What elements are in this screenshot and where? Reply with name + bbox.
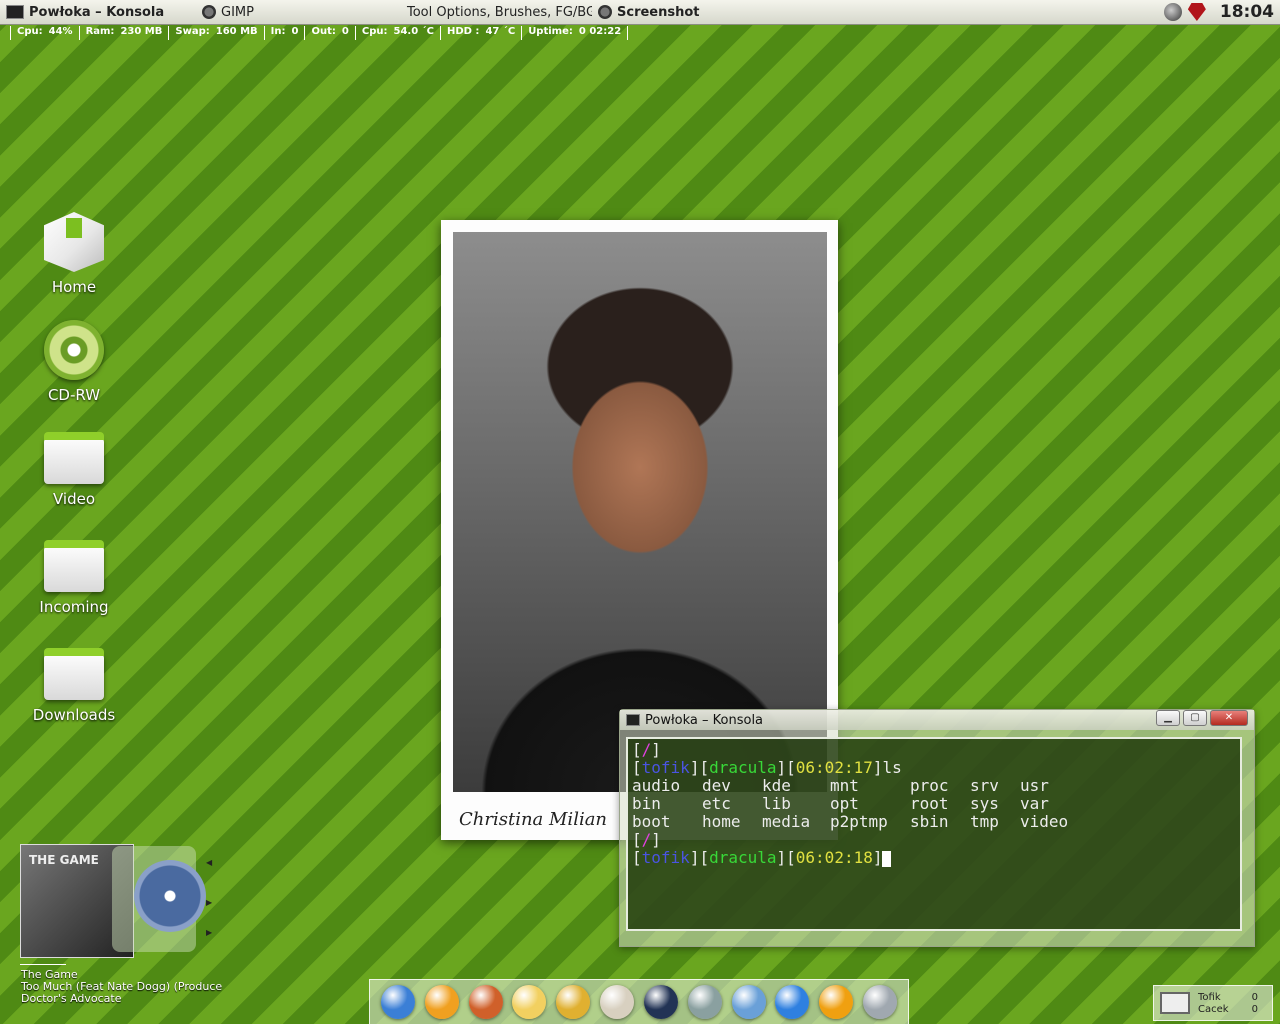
- desktop-icon-label: CD-RW: [47, 386, 101, 404]
- close-button[interactable]: ✕: [1210, 710, 1248, 726]
- desktop-icon-cdrw[interactable]: CD-RW: [24, 320, 124, 404]
- prompt-line: [tofik][dracula][06:02:18]: [632, 849, 1236, 867]
- mail-account-name: Tofik: [1198, 991, 1221, 1003]
- task-gimp[interactable]: GIMP: [196, 0, 396, 24]
- previous-track-icon[interactable]: ◀: [206, 858, 214, 867]
- terminal-icon: [626, 714, 640, 726]
- desktop-icon-home[interactable]: Home: [24, 212, 124, 296]
- monitor-uptime: Uptime: 0 02:22: [521, 26, 629, 40]
- task-label: GIMP: [221, 4, 254, 20]
- terminal-icon: [6, 5, 24, 19]
- photo-caption: Christina Milian: [459, 809, 608, 830]
- konsole-window[interactable]: Powłoka – Konsola ▁ ▢ ✕ [/] [tofik][drac…: [619, 709, 1255, 947]
- monitor-net-out: Out: 0: [304, 26, 354, 40]
- task-label: Tool Options, Brushes, FG/BG: [407, 4, 592, 20]
- desktop-icon-incoming[interactable]: Incoming: [24, 536, 124, 616]
- task-konsola[interactable]: Powłoka – Konsola: [0, 0, 196, 24]
- monitor-swap: Swap: 160 MB: [168, 26, 263, 40]
- minimize-button[interactable]: ▁: [1156, 710, 1180, 726]
- folder-icon: [44, 540, 104, 592]
- video-clapper-icon[interactable]: [643, 985, 678, 1019]
- window-title: Powłoka – Konsola: [645, 712, 764, 728]
- cd-rw-icon: [44, 320, 104, 380]
- portrait-photo: [453, 232, 827, 792]
- task-tool-options[interactable]: Tool Options, Brushes, FG/BG: [396, 0, 592, 24]
- gimp-icon: [202, 5, 216, 19]
- prompt-dir-line: [/]: [632, 830, 661, 849]
- music-player-widget[interactable]: THE GAME ◀ ▶ ▶ The Game Too Much (Feat N…: [20, 842, 222, 1012]
- mail-count: 0: [1251, 1003, 1258, 1015]
- ruby-icon[interactable]: [1187, 3, 1206, 21]
- monitor-ram: Ram: 230 MB: [78, 26, 169, 40]
- network-dock-icon[interactable]: [687, 985, 722, 1019]
- folder-icon: [44, 648, 104, 700]
- desktop-icon-label: Downloads: [32, 706, 116, 724]
- envelope-icon: [1160, 992, 1190, 1014]
- clock[interactable]: 18:04: [1220, 2, 1274, 22]
- finder-icon[interactable]: [380, 985, 415, 1019]
- chrome-icon[interactable]: [600, 985, 635, 1019]
- track-album: Doctor's Advocate: [21, 992, 122, 1005]
- task-label: Powłoka – Konsola: [29, 4, 165, 20]
- dock: [369, 979, 909, 1024]
- monitor-cpu-temp: Cpu: 54.0 ´C: [354, 26, 440, 40]
- desktop-icon-downloads[interactable]: Downloads: [24, 644, 124, 724]
- runner-icon[interactable]: [819, 985, 854, 1019]
- folder-icon: [44, 432, 104, 484]
- system-tray: 18:04: [1163, 0, 1280, 24]
- monitor-cpu: Cpu: 44%: [10, 26, 79, 40]
- maximize-button[interactable]: ▢: [1183, 710, 1207, 726]
- chat-dock-icon[interactable]: [775, 985, 810, 1019]
- desktop-icon-label: Incoming: [39, 598, 109, 616]
- divider: [20, 964, 66, 965]
- system-monitor: Cpu: 44% Ram: 230 MB Swap: 160 MB In: 0 Out:…: [10, 26, 629, 40]
- mail-account-name: Cacek: [1198, 1003, 1229, 1015]
- prompt-line: [tofik][dracula][06:02:17]ls: [632, 758, 902, 777]
- desktop-icon-video[interactable]: Video: [24, 428, 124, 508]
- text-cursor: [882, 850, 892, 867]
- prompt-dir-line: [/]: [632, 740, 661, 759]
- play-icon[interactable]: ▶: [206, 898, 214, 907]
- ls-output: audio dev kde mnt proc srv usr bin etc lib opt roo…: [632, 776, 1069, 831]
- desktop-icon-label: Video: [52, 490, 96, 508]
- task-label: Screenshot: [617, 4, 700, 20]
- next-track-icon[interactable]: ▶: [206, 928, 214, 937]
- monitor-hdd-temp: HDD :47 ´C: [439, 26, 521, 40]
- task-screenshot[interactable]: Screenshot: [592, 0, 752, 24]
- settings-gear-icon[interactable]: [424, 985, 459, 1019]
- mail-count: 0: [1251, 991, 1258, 1003]
- cd-disc-icon: [112, 846, 206, 952]
- mail-checker-widget[interactable]: Tofik 0 Cacek 0: [1153, 985, 1273, 1021]
- terminal-screen[interactable]: [/] [tofik][dracula][06:02:17]ls audio de…: [626, 737, 1242, 931]
- music-dock-icon[interactable]: [731, 985, 766, 1019]
- gimp-dock-icon[interactable]: [468, 985, 503, 1019]
- gimp-icon: [598, 5, 612, 19]
- monitor-net-in: In: 0: [263, 26, 305, 40]
- mail-dock-icon[interactable]: [512, 985, 547, 1019]
- desktop-icon-label: Home: [51, 278, 97, 296]
- network-icon[interactable]: [1163, 3, 1182, 21]
- window-titlebar[interactable]: Powłoka – Konsola ▁ ▢ ✕: [620, 710, 1254, 730]
- globe-icon[interactable]: [863, 985, 898, 1019]
- taskbar: Powłoka – Konsola GIMP Tool Options, Bru…: [0, 0, 1280, 25]
- home-cube-icon: [44, 212, 104, 272]
- radiation-icon[interactable]: [556, 985, 591, 1019]
